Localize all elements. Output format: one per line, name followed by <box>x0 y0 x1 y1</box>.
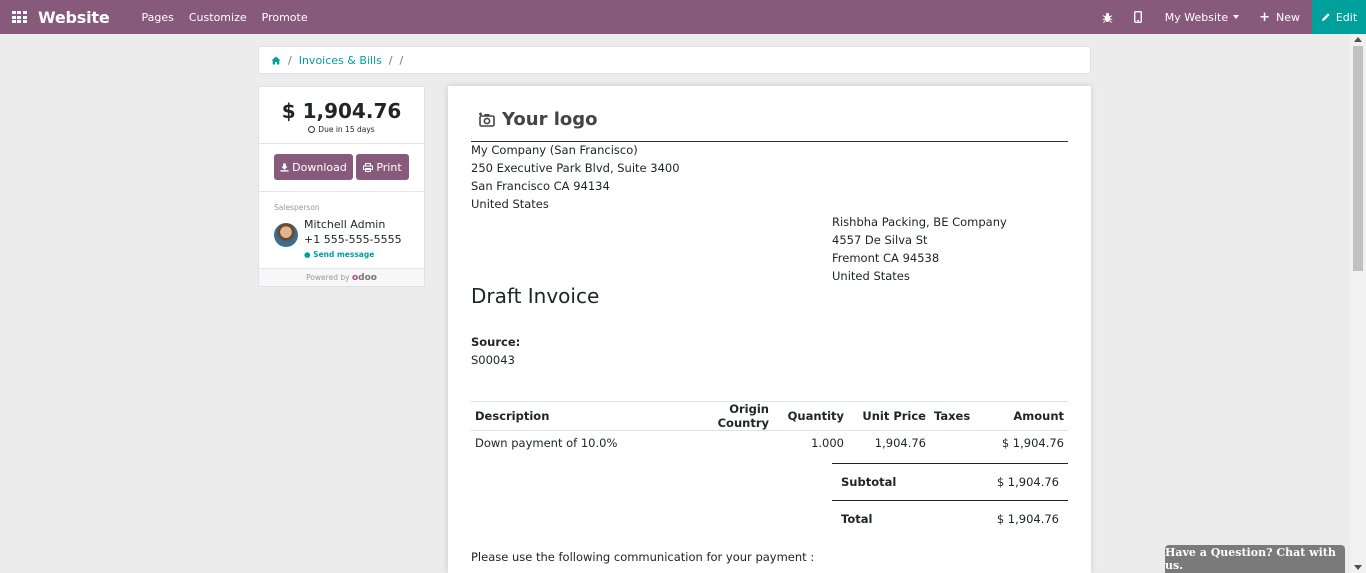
total-label: Total <box>832 500 945 538</box>
website-selector[interactable]: My Website <box>1164 10 1240 24</box>
col-amount: Amount <box>978 401 1068 431</box>
col-origin-country: Origin Country <box>680 401 773 431</box>
payment-communication: Please use the following communication f… <box>471 550 815 564</box>
company-logo-placeholder[interactable]: Your logo <box>479 109 598 130</box>
total-row: Total $ 1,904.76 <box>832 500 1068 538</box>
livechat-button[interactable]: Have a Question? Chat with us. <box>1165 545 1345 573</box>
navbar-right: My Website + New Edit <box>1093 0 1366 34</box>
row-amount: $ 1,904.76 <box>1001 435 1064 450</box>
invoice-sidebar: $ 1,904.76 Due in 15 days Download Print… <box>258 86 425 287</box>
brand-title[interactable]: Website <box>38 8 110 27</box>
breadcrumb-separator: / <box>288 53 292 67</box>
row-quantity: 1.000 <box>811 435 844 450</box>
download-button[interactable]: Download <box>274 154 353 180</box>
subtotal-label: Subtotal <box>832 463 945 501</box>
home-icon[interactable] <box>271 56 281 65</box>
col-taxes: Taxes <box>930 401 978 431</box>
company-address: My Company (San Francisco) 250 Executive… <box>471 141 680 213</box>
company-city: San Francisco CA 94134 <box>471 179 610 193</box>
invoice-lines-table: Description Origin Country Quantity Unit… <box>471 401 1068 455</box>
nav-customize[interactable]: Customize <box>189 11 247 24</box>
scroll-down-icon[interactable] <box>1354 565 1362 570</box>
table-header-row: Description Origin Country Quantity Unit… <box>471 401 1068 431</box>
table-row: Down payment of 10.0% 1.000 1,904.76 $ 1… <box>471 431 1068 455</box>
salesperson-info: Mitchell Admin +1 555-555-5555 ● Send me… <box>259 212 424 263</box>
row-unit-price: 1,904.76 <box>874 435 926 450</box>
avatar <box>274 223 298 247</box>
breadcrumb: / Invoices & Bills / / <box>258 46 1091 74</box>
plus-icon: + <box>1259 9 1270 25</box>
top-navbar: Website Pages Customize Promote My Websi… <box>0 0 1366 34</box>
salesperson-label: Salesperson <box>274 203 320 212</box>
amount-due: $ 1,904.76 <box>281 99 402 123</box>
company-street: 250 Executive Park Blvd, Suite 3400 <box>471 161 680 175</box>
send-message-label: Send message <box>313 250 375 259</box>
action-buttons: Download Print <box>259 144 424 191</box>
col-quantity: Quantity <box>773 401 848 431</box>
salesperson-name: Mitchell Admin <box>304 218 386 231</box>
breadcrumb-invoices-link[interactable]: Invoices & Bills <box>299 54 382 67</box>
download-icon <box>280 162 289 172</box>
page-scrollbar[interactable] <box>1350 34 1366 573</box>
print-label: Print <box>376 160 402 174</box>
website-selector-label: My Website <box>1164 10 1229 24</box>
breadcrumb-separator: / <box>388 53 393 67</box>
pencil-icon <box>1321 13 1330 21</box>
powered-by-label: Powered by <box>306 273 350 282</box>
due-date: Due in 15 days <box>259 125 424 134</box>
download-label: Download <box>292 160 347 174</box>
customer-name: Rishbha Packing, BE Company <box>832 215 1007 229</box>
chevron-down-icon <box>1233 15 1240 19</box>
row-description: Down payment of 10.0% <box>475 435 618 450</box>
customer-street: 4557 De Silva St <box>832 233 928 247</box>
odoo-logo[interactable]: odoo <box>352 273 377 283</box>
edit-label: Edit <box>1335 10 1358 24</box>
new-label: New <box>1276 10 1300 24</box>
due-text: Due in 15 days <box>318 125 375 134</box>
bug-icon[interactable] <box>1093 0 1123 34</box>
breadcrumb-separator: / <box>399 53 404 67</box>
subtotal-value: $ 1,904.76 <box>944 463 1068 501</box>
customer-address: Rishbha Packing, BE Company 4557 De Silv… <box>832 213 1007 285</box>
subtotal-row: Subtotal $ 1,904.76 <box>832 463 1068 501</box>
nav-pages[interactable]: Pages <box>142 11 174 24</box>
camera-icon <box>479 112 495 127</box>
customer-city: Fremont CA 94538 <box>832 251 940 265</box>
print-icon <box>363 162 374 172</box>
company-name: My Company (San Francisco) <box>471 143 638 157</box>
row-taxes <box>930 431 978 455</box>
customer-country: United States <box>832 269 910 283</box>
salesperson-phone: +1 555-555-5555 <box>304 233 402 246</box>
invoice-title: Draft Invoice <box>471 284 600 308</box>
send-message-link[interactable]: ● Send message <box>304 247 402 263</box>
edit-button[interactable]: Edit <box>1312 0 1366 34</box>
row-origin <box>680 431 773 455</box>
mobile-preview-icon[interactable] <box>1123 0 1153 34</box>
powered-by-footer: Powered by odoo <box>259 268 424 286</box>
scroll-thumb[interactable] <box>1353 46 1363 271</box>
new-button[interactable]: + New <box>1259 10 1300 25</box>
col-description: Description <box>471 401 680 431</box>
print-button[interactable]: Print <box>356 154 409 180</box>
nav-promote[interactable]: Promote <box>262 11 308 24</box>
logo-text: Your logo <box>502 109 598 130</box>
invoice-totals: Subtotal $ 1,904.76 Total $ 1,904.76 <box>832 463 1068 538</box>
col-unit-price: Unit Price <box>848 401 930 431</box>
scroll-up-icon[interactable] <box>1354 37 1362 42</box>
source-label: Source: <box>471 335 521 349</box>
source-value: S00043 <box>471 353 515 367</box>
apps-menu-icon[interactable] <box>0 0 38 34</box>
total-value: $ 1,904.76 <box>944 500 1068 538</box>
comment-icon: ● <box>304 250 311 259</box>
invoice-document: Your logo My Company (San Francisco) 250… <box>448 86 1091 573</box>
company-country: United States <box>471 197 549 211</box>
clock-icon <box>308 126 316 133</box>
